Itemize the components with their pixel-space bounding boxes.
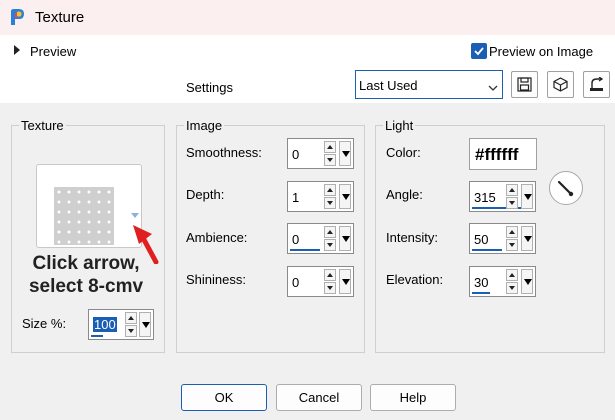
save-icon <box>517 77 532 92</box>
smoothness-down-arrow-icon[interactable] <box>324 154 336 166</box>
elevation-label: Elevation: <box>386 272 444 287</box>
instruction-caption: Click arrow, select 8-cmv <box>28 253 144 297</box>
ambience-value[interactable]: 0 <box>292 232 299 247</box>
smoothness-spinner[interactable]: 0 <box>287 138 354 169</box>
elevation-spinner[interactable]: 30 <box>469 266 536 297</box>
angle-up-arrow-icon[interactable] <box>506 184 518 196</box>
angle-down-arrow-icon[interactable] <box>506 197 518 209</box>
size-dropdown-icon[interactable] <box>139 312 151 337</box>
ambience-up-arrow-icon[interactable] <box>324 226 336 238</box>
light-group-label: Light <box>383 118 416 133</box>
texture-group-label: Texture <box>19 118 66 133</box>
elevation-value[interactable]: 30 <box>474 275 488 290</box>
save-preset-button[interactable] <box>511 71 538 98</box>
preview-toggle[interactable]: Preview <box>30 44 76 59</box>
depth-up-arrow-icon[interactable] <box>324 184 336 196</box>
angle-value[interactable]: 315 <box>474 190 496 205</box>
preset-value: Last Used <box>359 78 418 93</box>
intensity-spinner[interactable]: 50 <box>469 223 536 254</box>
ambience-label: Ambience: <box>186 230 248 245</box>
depth-dropdown-icon[interactable] <box>339 184 351 209</box>
intensity-dropdown-icon[interactable] <box>521 226 533 251</box>
cube-icon <box>553 77 568 92</box>
preset-select[interactable]: Last Used <box>355 70 503 99</box>
resource-manager-button[interactable] <box>547 71 574 98</box>
ambience-down-arrow-icon[interactable] <box>324 239 336 251</box>
depth-value[interactable]: 1 <box>292 190 299 205</box>
smoothness-up-arrow-icon[interactable] <box>324 141 336 153</box>
intensity-label: Intensity: <box>386 230 439 245</box>
size-value[interactable]: 100 <box>93 317 117 332</box>
elevation-down-arrow-icon[interactable] <box>506 282 518 294</box>
title-bar <box>0 0 615 35</box>
help-button[interactable]: Help <box>370 384 456 411</box>
shininess-dropdown-icon[interactable] <box>339 269 351 294</box>
intensity-down-arrow-icon[interactable] <box>506 239 518 251</box>
settings-label: Settings <box>186 80 233 95</box>
ambience-spinner[interactable]: 0 <box>287 223 354 254</box>
texture-dropdown-arrow-icon[interactable] <box>131 213 139 218</box>
angle-dropdown-icon[interactable] <box>521 184 533 209</box>
angle-dial-needle-icon <box>557 180 574 197</box>
paintshop-pro-icon <box>8 7 28 27</box>
smoothness-dropdown-icon[interactable] <box>339 141 351 166</box>
shininess-value[interactable]: 0 <box>292 275 299 290</box>
angle-spinner[interactable]: 315 <box>469 181 536 212</box>
ambience-dropdown-icon[interactable] <box>339 226 351 251</box>
angle-dial[interactable] <box>549 171 583 205</box>
depth-down-arrow-icon[interactable] <box>324 197 336 209</box>
light-color-value: #ffffff <box>475 145 519 164</box>
cancel-button[interactable]: Cancel <box>276 384 362 411</box>
size-down-arrow-icon[interactable] <box>125 325 137 337</box>
depth-spinner[interactable]: 1 <box>287 181 354 212</box>
shininess-down-arrow-icon[interactable] <box>324 282 336 294</box>
expand-arrow-icon[interactable] <box>14 45 20 55</box>
reset-icon <box>590 77 604 91</box>
angle-label: Angle: <box>386 187 423 202</box>
preview-on-image-checkbox[interactable] <box>471 43 487 59</box>
preview-on-image-label[interactable]: Preview on Image <box>489 44 593 59</box>
elevation-up-arrow-icon[interactable] <box>506 269 518 281</box>
smoothness-label: Smoothness: <box>186 145 262 160</box>
depth-label: Depth: <box>186 187 225 202</box>
reset-button[interactable] <box>583 71 610 98</box>
elevation-dropdown-icon[interactable] <box>521 269 533 294</box>
intensity-up-arrow-icon[interactable] <box>506 226 518 238</box>
color-label: Color: <box>386 145 421 160</box>
smoothness-value[interactable]: 0 <box>292 147 299 162</box>
light-color-swatch[interactable]: #ffffff <box>469 138 537 170</box>
shininess-spinner[interactable]: 0 <box>287 266 354 297</box>
shininess-label: Shininess: <box>186 272 246 287</box>
texture-swatch[interactable] <box>54 187 114 245</box>
window-title: Texture <box>35 9 85 26</box>
ok-button[interactable]: OK <box>181 384 267 411</box>
shininess-up-arrow-icon[interactable] <box>324 269 336 281</box>
image-group-label: Image <box>184 118 225 133</box>
size-up-arrow-icon[interactable] <box>125 312 137 324</box>
size-spinner[interactable]: 100 <box>88 309 154 340</box>
size-label: Size %: <box>22 316 67 331</box>
intensity-value[interactable]: 50 <box>474 232 488 247</box>
chevron-down-icon <box>488 80 498 95</box>
